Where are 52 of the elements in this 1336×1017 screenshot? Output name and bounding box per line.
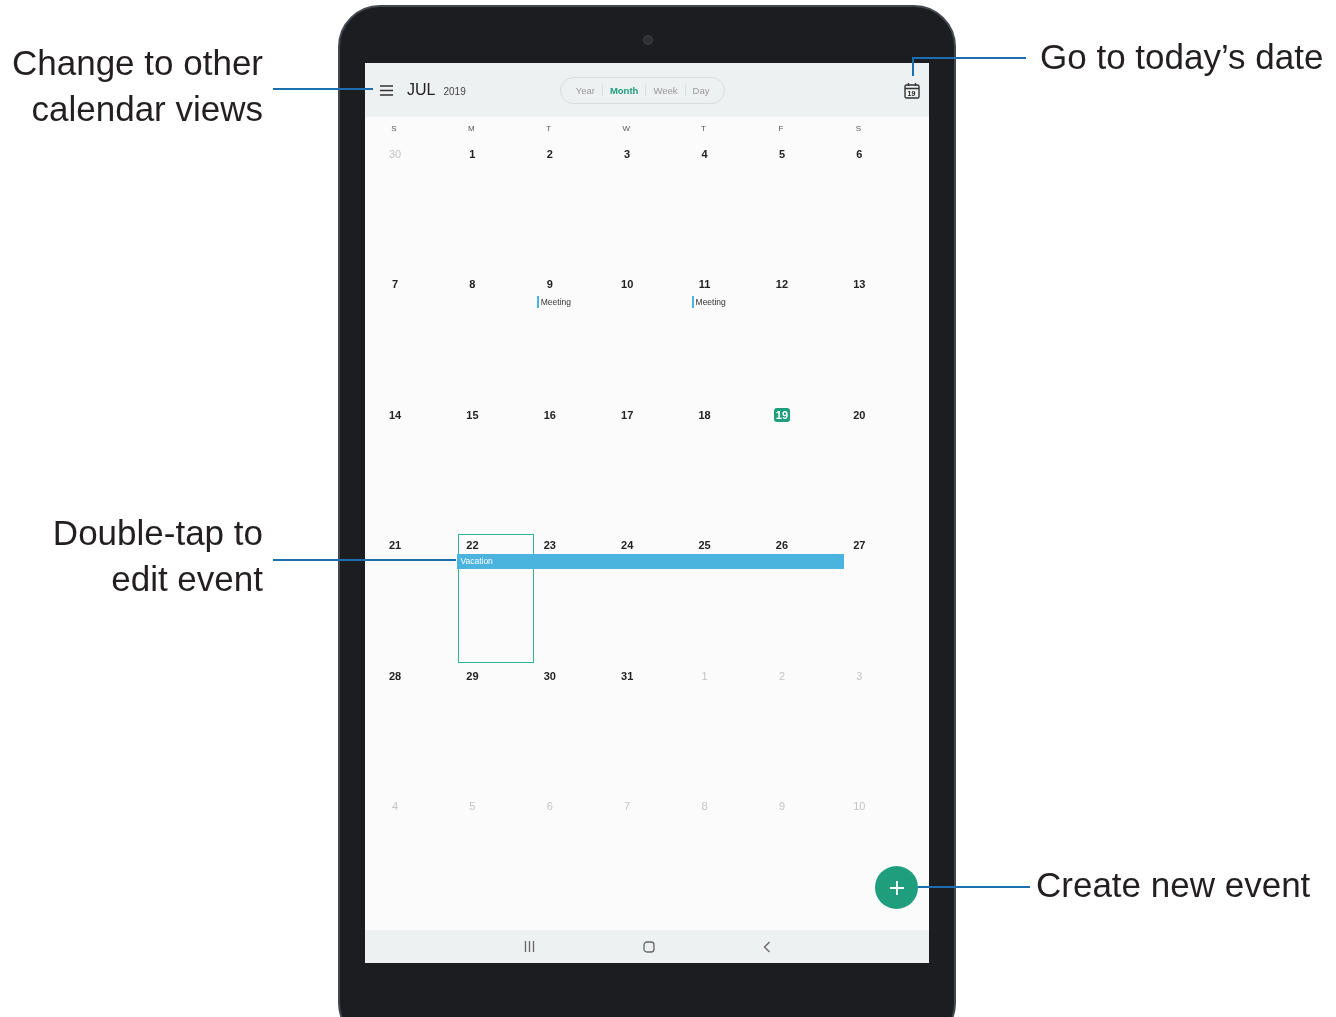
day-number[interactable]: 4 (696, 147, 713, 161)
callout-text: Change to other calendar views (12, 42, 263, 130)
weekday-label: F (777, 124, 785, 135)
day-number[interactable]: 20 (851, 407, 868, 422)
callout-text: Go to today’s date (1040, 36, 1324, 78)
event-label[interactable]: Meeting (536, 296, 572, 309)
back-icon[interactable] (762, 940, 771, 953)
day-number[interactable]: 5 (773, 147, 790, 161)
weekday-label: S (854, 124, 862, 135)
home-icon[interactable] (642, 940, 655, 953)
weekday-label: M (467, 124, 476, 135)
weekday-label: S (390, 124, 398, 135)
day-number[interactable]: 6 (851, 147, 868, 161)
day-number[interactable]: 1 (464, 147, 481, 161)
day-number[interactable]: 28 (387, 668, 403, 683)
day-number[interactable]: 24 (619, 538, 636, 553)
day-number[interactable]: 7 (387, 277, 403, 292)
day-number[interactable]: 14 (387, 407, 403, 422)
plus-icon (888, 879, 905, 896)
callout-text: Create new event (1036, 864, 1311, 906)
day-number[interactable]: 9 (541, 277, 558, 292)
day-number[interactable]: 30 (541, 668, 558, 683)
callout-text: Double-tap to edit event (52, 512, 263, 600)
day-number[interactable]: 8 (464, 277, 481, 292)
day-number[interactable]: 15 (464, 407, 481, 422)
day-number[interactable]: 18 (696, 407, 713, 422)
day-number[interactable]: 23 (541, 538, 558, 553)
weekday-label: W (621, 124, 631, 135)
day-number[interactable]: 2 (541, 147, 558, 161)
month-title: JUL (407, 81, 436, 99)
camera-icon (643, 35, 653, 45)
day-number[interactable]: 25 (696, 538, 713, 553)
day-number[interactable]: 11 (696, 277, 713, 292)
day-number[interactable]: 3 (619, 147, 636, 161)
weekday-label: T (700, 124, 707, 135)
day-number[interactable]: 16 (541, 407, 558, 422)
day-number[interactable]: 21 (387, 538, 403, 553)
menu-icon[interactable] (380, 84, 393, 96)
day-number[interactable]: 17 (619, 407, 636, 422)
day-number[interactable]: 13 (851, 277, 868, 292)
recent-apps-icon[interactable] (523, 941, 535, 952)
day-number[interactable]: 31 (619, 668, 636, 683)
day-number[interactable]: 29 (464, 668, 481, 683)
day-number[interactable]: 12 (773, 277, 790, 292)
year-label: 2019 (443, 86, 466, 97)
day-number[interactable]: 22 (464, 538, 481, 553)
day-number[interactable]: 26 (773, 538, 790, 553)
day-number[interactable]: 27 (851, 538, 868, 553)
event-label[interactable]: Meeting (691, 296, 726, 309)
weekday-label: T (545, 124, 553, 135)
day-number[interactable]: 10 (619, 277, 636, 292)
add-event-button[interactable] (875, 866, 918, 909)
